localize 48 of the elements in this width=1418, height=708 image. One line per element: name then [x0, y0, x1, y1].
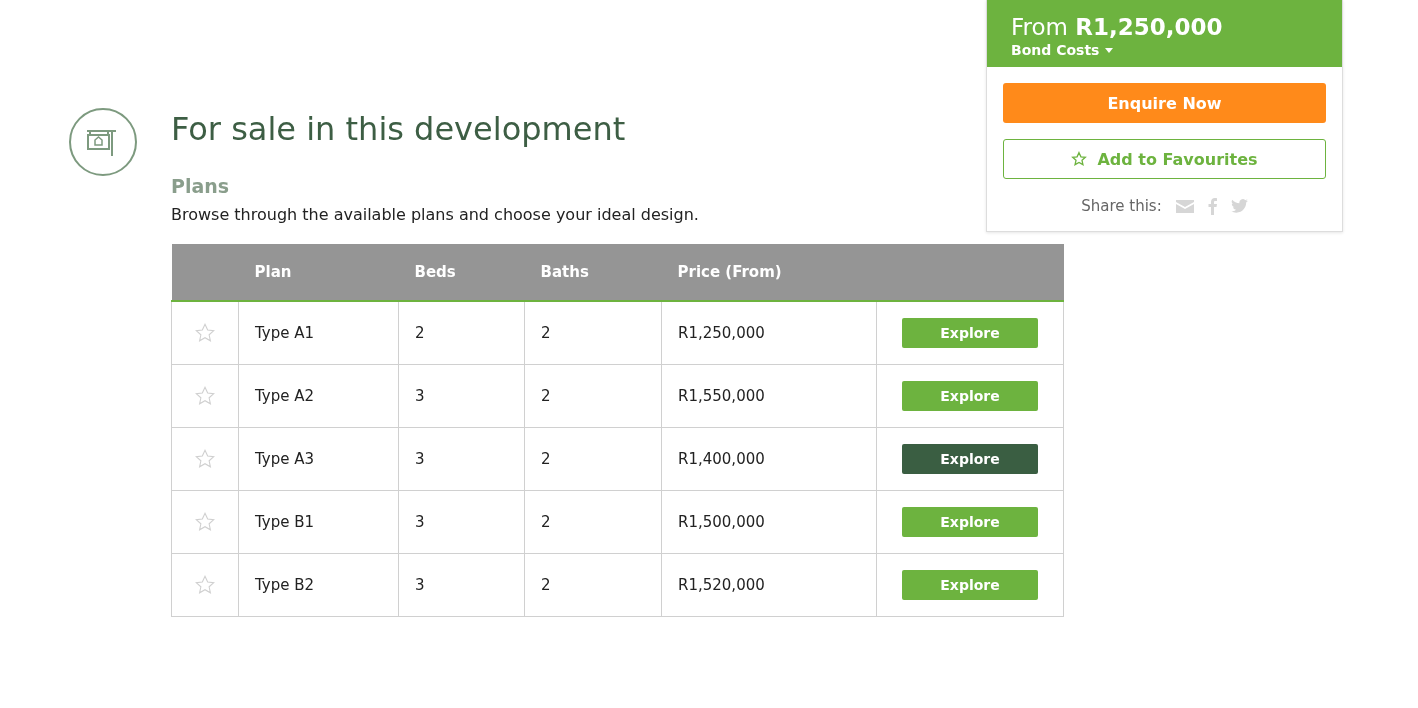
explore-button[interactable]: Explore — [902, 381, 1038, 411]
explore-button[interactable]: Explore — [902, 318, 1038, 348]
table-cell: Type A2 — [255, 387, 315, 405]
table-cell: 2 — [541, 576, 551, 594]
column-header: Price (From) — [677, 263, 782, 281]
table-cell: 2 — [541, 324, 551, 342]
subtitle: Plans — [171, 175, 231, 197]
table-cell: R1,520,000 — [678, 576, 765, 594]
table-cell: R1,400,000 — [678, 450, 765, 468]
table-cell: 2 — [541, 387, 551, 405]
column-header: Baths — [540, 263, 589, 281]
table-cell: R1,500,000 — [678, 513, 765, 531]
table-cell: 3 — [415, 450, 425, 468]
twitter-icon[interactable] — [1230, 199, 1248, 213]
enquire-button[interactable]: Enquire Now — [1003, 83, 1326, 123]
star-icon[interactable] — [194, 574, 216, 596]
explore-button[interactable]: Explore — [902, 507, 1038, 537]
table-cell: 3 — [415, 387, 425, 405]
email-icon[interactable] — [1175, 199, 1194, 213]
table-cell: 3 — [415, 576, 425, 594]
column-header: Plan — [254, 263, 292, 281]
share-label: Share this: — [1081, 197, 1162, 215]
star-icon[interactable] — [194, 511, 216, 533]
table-cell: 2 — [415, 324, 425, 342]
facebook-icon[interactable] — [1207, 197, 1217, 215]
table-cell: Type A1 — [255, 324, 315, 342]
table-cell: Type B1 — [255, 513, 315, 531]
table-cell: R1,550,000 — [678, 387, 765, 405]
explore-button[interactable]: Explore — [902, 570, 1038, 600]
price: From R1,250,000 — [1011, 13, 1224, 42]
table-cell: 3 — [415, 513, 425, 531]
star-icon[interactable] — [194, 385, 216, 407]
star-icon — [1071, 151, 1088, 167]
caret-icon — [1105, 47, 1114, 53]
table-cell: 2 — [541, 513, 551, 531]
description: Browse through the available plans and choose your ideal design. — [171, 205, 700, 224]
star-icon[interactable] — [194, 322, 216, 344]
table-cell: Type A3 — [255, 450, 315, 468]
explore-button[interactable]: Explore — [902, 444, 1038, 474]
table-cell: R1,250,000 — [678, 324, 765, 342]
star-icon[interactable] — [194, 448, 216, 470]
bond-costs-dropdown[interactable]: Bond Costs — [1011, 42, 1114, 58]
column-header: Beds — [414, 263, 456, 281]
for-sale-sign-icon — [68, 107, 138, 177]
section-title: For sale in this development — [171, 109, 627, 150]
favourites-button[interactable]: Add to Favourites — [1003, 139, 1326, 179]
table-cell: Type B2 — [255, 576, 315, 594]
table-cell: 2 — [541, 450, 551, 468]
